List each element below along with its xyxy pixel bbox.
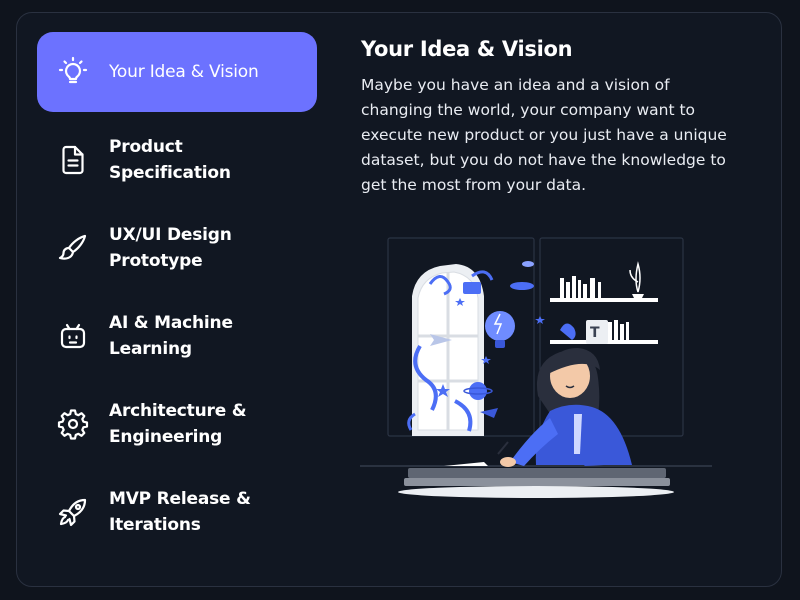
detail-title: Your Idea & Vision bbox=[361, 37, 573, 61]
svg-text:T: T bbox=[590, 325, 600, 341]
step-product-specification[interactable]: Product Specification bbox=[37, 120, 317, 200]
gear-icon bbox=[53, 404, 93, 444]
step-label: Product Specification bbox=[109, 137, 231, 183]
document-icon bbox=[53, 140, 93, 180]
brush-icon bbox=[53, 228, 93, 268]
step-label: Your Idea & Vision bbox=[109, 62, 259, 82]
step-ai-machine-learning[interactable]: AI & Machine Learning bbox=[37, 296, 317, 376]
step-label: Architecture & Engineering bbox=[109, 401, 247, 447]
step-mvp-release[interactable]: MVP Release & Iterations bbox=[37, 472, 317, 552]
step-label: AI & Machine Learning bbox=[109, 313, 233, 359]
step-architecture-engineering[interactable]: Architecture & Engineering bbox=[37, 384, 317, 464]
detail-description: Maybe you have an idea and a vision of c… bbox=[361, 76, 727, 194]
lightbulb-icon bbox=[53, 52, 93, 92]
step-detail: Your Idea & Vision Maybe you have an ide… bbox=[361, 34, 751, 198]
step-idea-vision[interactable]: Your Idea & Vision bbox=[37, 32, 317, 112]
idea-illustration: T bbox=[360, 236, 716, 502]
step-label: UX/UI Design Prototype bbox=[109, 225, 232, 271]
step-label: MVP Release & Iterations bbox=[109, 489, 251, 535]
rocket-icon bbox=[53, 492, 93, 532]
robot-icon bbox=[53, 316, 93, 356]
step-ux-ui-design[interactable]: UX/UI Design Prototype bbox=[37, 208, 317, 288]
